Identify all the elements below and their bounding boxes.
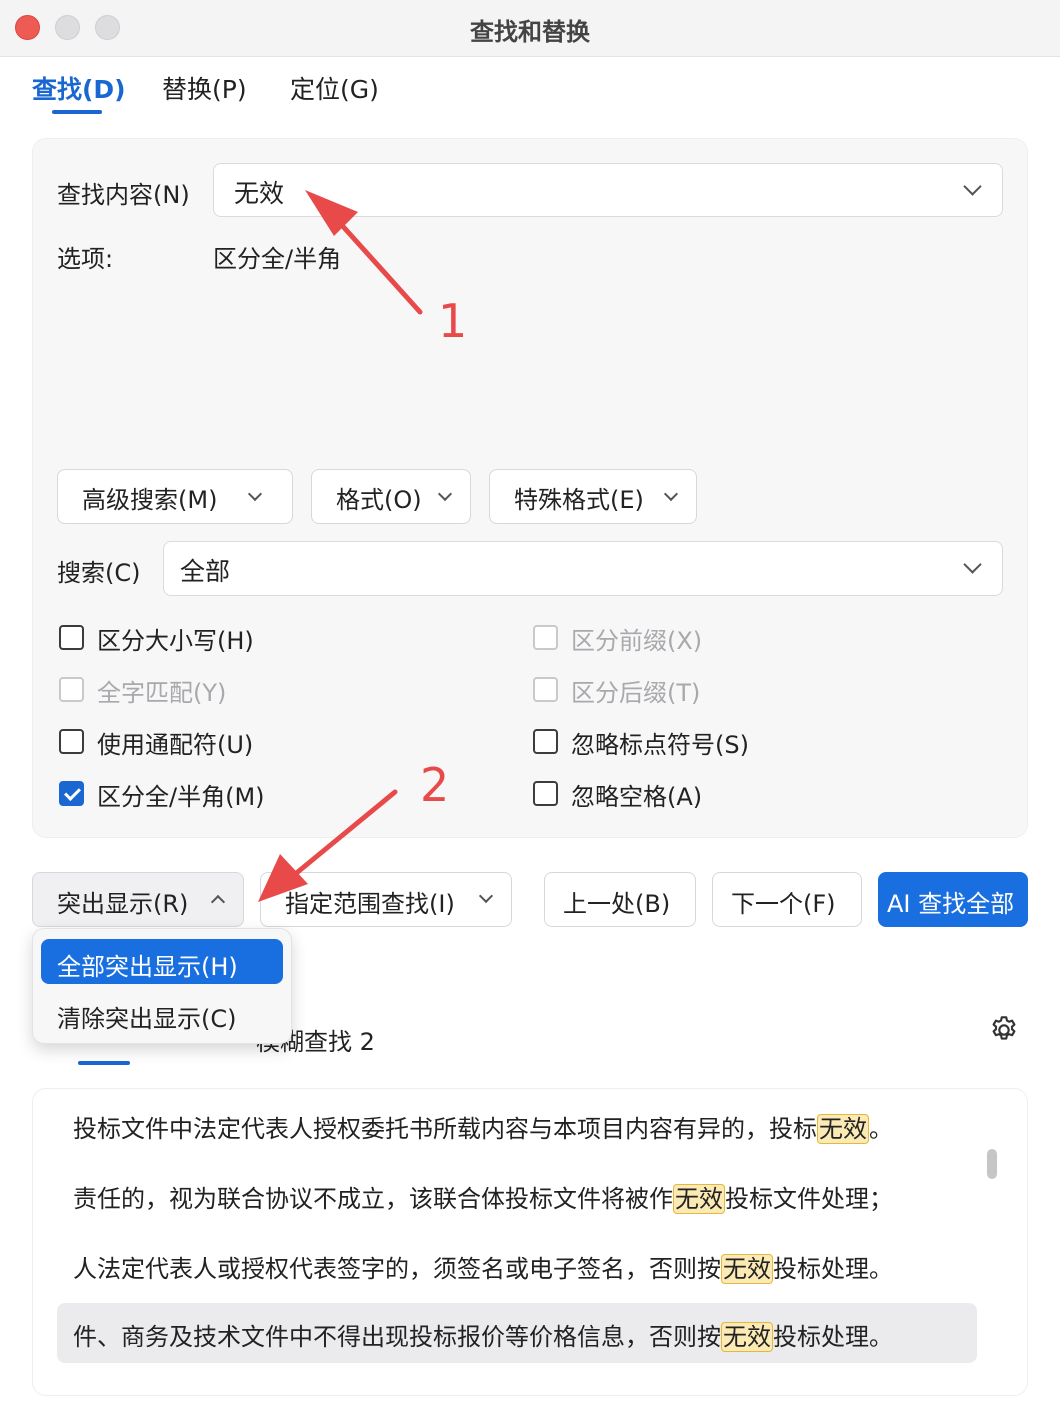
result-text: 人法定代表人或授权代表签字的，须签名或电子签名，否则按 bbox=[73, 1255, 721, 1283]
menu-item-label: 清除突出显示(C) bbox=[57, 1005, 237, 1033]
result-text: 。 bbox=[869, 1115, 893, 1143]
options-label: 选项: bbox=[57, 245, 114, 273]
match-prefix-label: 区分前缀(X) bbox=[571, 627, 703, 655]
tab-goto[interactable]: 定位(G) bbox=[290, 70, 379, 106]
match-suffix-checkbox[interactable] bbox=[533, 677, 558, 702]
next-label: 下一个(F) bbox=[731, 890, 836, 918]
special-format-label: 特殊格式(E) bbox=[514, 486, 644, 514]
chevron-down-icon bbox=[663, 486, 679, 502]
match-prefix-checkbox[interactable] bbox=[533, 625, 558, 650]
ignore-spaces-label: 忽略空格(A) bbox=[571, 783, 703, 811]
match-highlight: 无效 bbox=[721, 1254, 773, 1284]
options-value: 区分全/半角 bbox=[213, 245, 342, 273]
special-format-button[interactable]: 特殊格式(E) bbox=[489, 469, 697, 524]
wildcards-checkbox[interactable] bbox=[59, 729, 84, 754]
result-text: 投标处理。 bbox=[773, 1323, 893, 1351]
wildcards-label: 使用通配符(U) bbox=[97, 731, 254, 759]
search-scope-value: 全部 bbox=[180, 557, 231, 586]
ai-find-all-button[interactable]: AI 查找全部 bbox=[878, 872, 1028, 927]
find-content-combo[interactable]: 无效 bbox=[213, 163, 1003, 217]
match-highlight: 无效 bbox=[817, 1114, 869, 1144]
highlight-button[interactable]: 突出显示(R) bbox=[32, 872, 244, 927]
annotation-number-1: 1 bbox=[438, 294, 468, 348]
result-text: 投标处理。 bbox=[773, 1255, 893, 1283]
list-item[interactable]: 责任的，视为联合协议不成立，该联合体投标文件将被作无效投标文件处理； bbox=[57, 1165, 977, 1225]
results-scrollbar[interactable] bbox=[987, 1149, 997, 1179]
find-content-value: 无效 bbox=[234, 179, 285, 208]
match-highlight: 无效 bbox=[721, 1322, 773, 1352]
result-text: 件、商务及技术文件中不得出现投标报价等价格信息，否则按 bbox=[73, 1323, 721, 1351]
match-case-label: 区分大小写(H) bbox=[97, 627, 254, 655]
chevron-down-icon bbox=[963, 555, 982, 574]
gear-icon[interactable] bbox=[988, 1014, 1020, 1046]
advanced-search-button[interactable]: 高级搜索(M) bbox=[57, 469, 293, 524]
result-text: 投标文件处理； bbox=[725, 1185, 893, 1213]
highlight-dropdown-menu: 全部突出显示(H) 清除突出显示(C) bbox=[32, 928, 292, 1044]
format-button[interactable]: 格式(O) bbox=[311, 469, 471, 524]
range-find-button[interactable]: 指定范围查找(I) bbox=[260, 872, 512, 927]
ignore-punctuation-checkbox[interactable] bbox=[533, 729, 558, 754]
full-half-width-label: 区分全/半角(M) bbox=[97, 783, 265, 811]
annotation-number-2: 2 bbox=[420, 758, 450, 812]
list-item[interactable]: 人法定代表人或授权代表签字的，须签名或电子签名，否则按无效投标处理。 bbox=[57, 1235, 977, 1295]
tab-replace[interactable]: 替换(P) bbox=[162, 70, 247, 106]
window-title: 查找和替换 bbox=[470, 18, 590, 46]
match-highlight: 无效 bbox=[673, 1184, 725, 1214]
result-text: 投标文件中法定代表人授权委托书所载内容与本项目内容有异的，投标 bbox=[73, 1115, 817, 1143]
results-tab-indicator bbox=[78, 1061, 130, 1065]
highlight-label: 突出显示(R) bbox=[57, 890, 189, 918]
list-item[interactable]: 件、商务及技术文件中不得出现投标报价等价格信息，否则按无效投标处理。 bbox=[57, 1303, 977, 1363]
tab-find[interactable]: 查找(D) bbox=[32, 70, 126, 106]
whole-word-label: 全字匹配(Y) bbox=[97, 679, 227, 707]
menu-item-clear-highlight[interactable]: 清除突出显示(C) bbox=[41, 991, 283, 1036]
chevron-up-icon bbox=[210, 894, 226, 910]
previous-label: 上一处(B) bbox=[563, 890, 671, 918]
find-options-panel: 查找内容(N) 无效 选项: 区分全/半角 高级搜索(M) 格式(O) 特殊格式… bbox=[32, 138, 1028, 838]
next-button[interactable]: 下一个(F) bbox=[712, 872, 862, 927]
find-content-label: 查找内容(N) bbox=[57, 181, 190, 209]
search-scope-combo[interactable]: 全部 bbox=[163, 541, 1003, 596]
ignore-punctuation-label: 忽略标点符号(S) bbox=[571, 731, 749, 759]
menu-item-label: 全部突出显示(H) bbox=[57, 953, 238, 981]
format-label: 格式(O) bbox=[336, 486, 422, 514]
chevron-down-icon bbox=[247, 486, 263, 502]
list-item[interactable]: 投标文件中法定代表人授权委托书所载内容与本项目内容有异的，投标无效。 bbox=[57, 1095, 977, 1155]
match-suffix-label: 区分后缀(T) bbox=[571, 679, 701, 707]
search-scope-label: 搜索(C) bbox=[57, 559, 141, 587]
results-list: 投标文件中法定代表人授权委托书所载内容与本项目内容有异的，投标无效。 责任的，视… bbox=[32, 1088, 1028, 1396]
result-text: 责任的，视为联合协议不成立，该联合体投标文件将被作 bbox=[73, 1185, 673, 1213]
whole-word-checkbox[interactable] bbox=[59, 677, 84, 702]
chevron-down-icon bbox=[478, 888, 494, 904]
range-find-label: 指定范围查找(I) bbox=[285, 890, 455, 918]
title-bar: 查找和替换 bbox=[0, 0, 1060, 57]
full-half-width-checkbox[interactable] bbox=[59, 781, 84, 806]
advanced-search-label: 高级搜索(M) bbox=[82, 486, 218, 514]
chevron-down-icon bbox=[437, 486, 453, 502]
previous-button[interactable]: 上一处(B) bbox=[544, 872, 696, 927]
menu-item-highlight-all[interactable]: 全部突出显示(H) bbox=[41, 939, 283, 984]
ignore-spaces-checkbox[interactable] bbox=[533, 781, 558, 806]
match-case-checkbox[interactable] bbox=[59, 625, 84, 650]
ai-find-all-label: AI 查找全部 bbox=[887, 890, 1015, 918]
chevron-down-icon bbox=[963, 177, 982, 196]
active-tab-indicator bbox=[52, 110, 102, 114]
